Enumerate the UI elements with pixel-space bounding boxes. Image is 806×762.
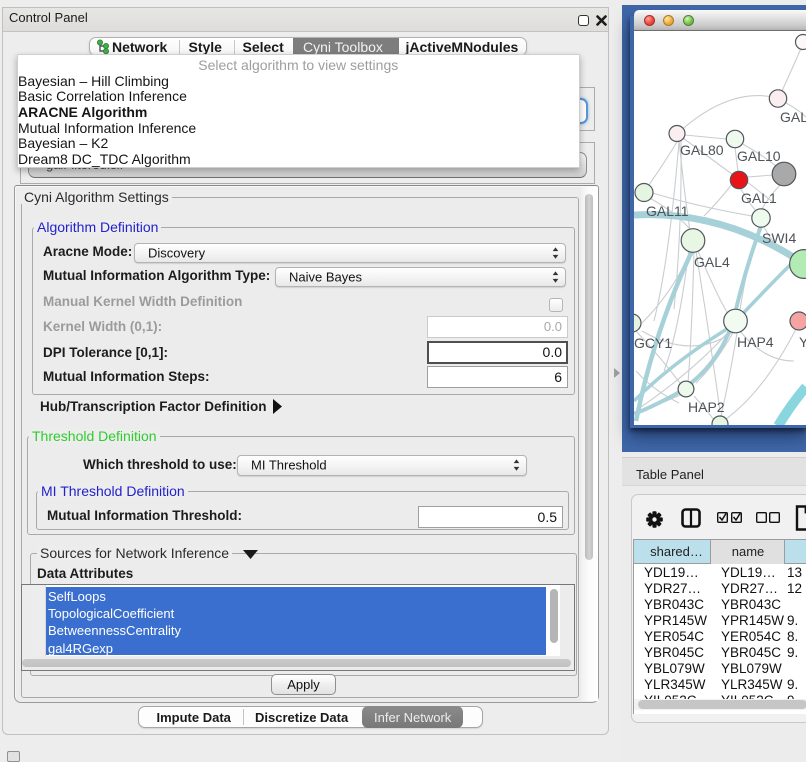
svg-text:GAL11: GAL11 [646, 203, 689, 219]
svg-text:GAL10: GAL10 [737, 148, 781, 164]
svg-text:GAL7: GAL7 [780, 109, 806, 125]
svg-text:GCY1: GCY1 [634, 335, 672, 351]
svg-text:SWI4: SWI4 [762, 230, 796, 246]
svg-text:HAP4: HAP4 [737, 334, 774, 350]
svg-text:GAL1: GAL1 [741, 190, 777, 206]
svg-text:HAP2: HAP2 [688, 399, 725, 415]
svg-text:GAL4: GAL4 [694, 254, 730, 270]
svg-text:YJ: YJ [799, 334, 806, 350]
svg-text:GAL80: GAL80 [680, 142, 724, 158]
